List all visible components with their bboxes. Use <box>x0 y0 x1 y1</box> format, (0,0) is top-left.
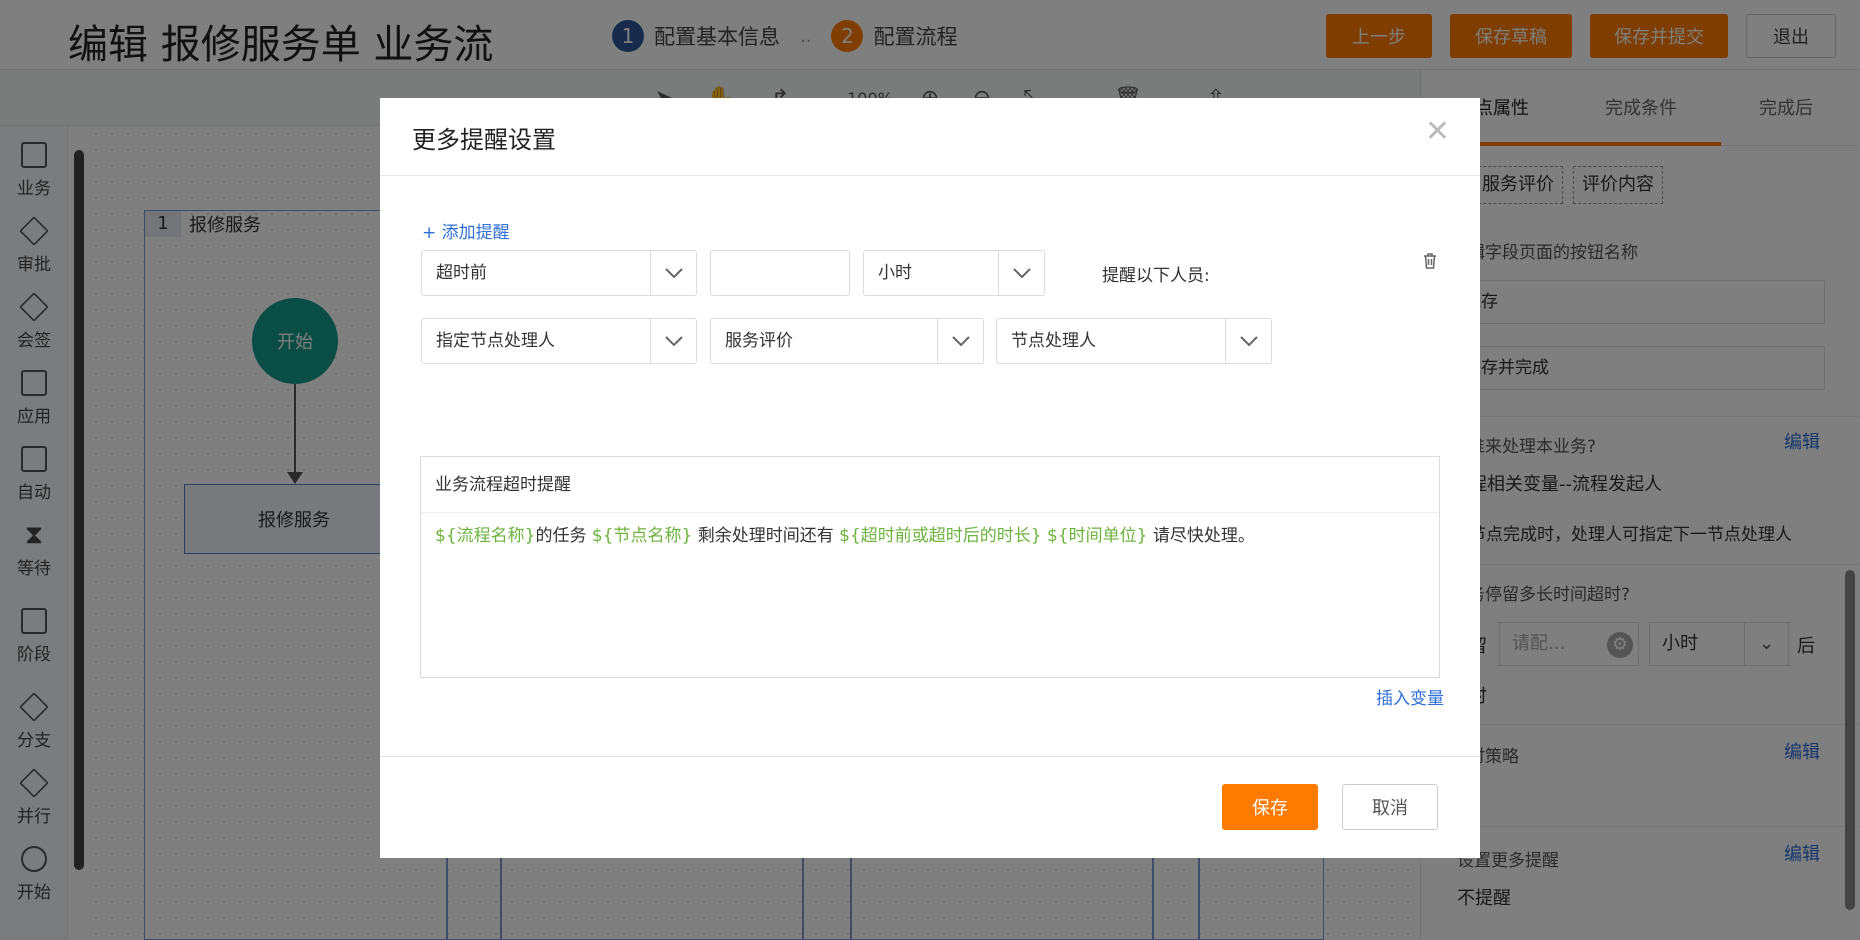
save-button[interactable]: 保存 <box>1222 784 1318 830</box>
time-unit-select[interactable]: 小时 <box>863 250 1045 296</box>
chevron-down-icon <box>650 319 696 363</box>
add-reminder-link[interactable]: + 添加提醒 <box>422 218 510 243</box>
message-text: 请尽快处理。 <box>1147 526 1255 546</box>
message-title-input[interactable]: 业务流程超时提醒 <box>421 457 1439 513</box>
timing-value: 超时前 <box>436 263 487 283</box>
variable-token: ${节点名称} <box>591 526 693 546</box>
node-value: 服务评价 <box>725 331 793 351</box>
trash-icon[interactable] <box>1422 252 1438 270</box>
dialog-title: 更多提醒设置 <box>412 126 556 154</box>
node-select[interactable]: 服务评价 <box>710 318 984 364</box>
insert-variable-link[interactable]: 插入变量 <box>1376 684 1444 709</box>
chevron-down-icon <box>998 251 1044 295</box>
role-select[interactable]: 节点处理人 <box>996 318 1272 364</box>
reminder-settings-dialog: 更多提醒设置 ✕ + 添加提醒 超时前 小时 提醒以下人员: 指定节点处理人 服… <box>380 98 1480 858</box>
variable-token: ${时间单位} <box>1046 526 1148 546</box>
time-unit-value: 小时 <box>878 263 912 283</box>
role-value: 节点处理人 <box>1011 331 1096 351</box>
remind-people-label: 提醒以下人员: <box>1102 266 1210 286</box>
variable-token: ${流程名称} <box>435 526 536 546</box>
message-text: 剩余处理时间还有 <box>692 526 840 546</box>
close-icon[interactable]: ✕ <box>1425 114 1450 149</box>
dialog-header: 更多提醒设置 ✕ <box>380 98 1480 176</box>
timing-select[interactable]: 超时前 <box>421 250 697 296</box>
message-text: 的任务 <box>535 526 592 546</box>
chevron-down-icon <box>1225 319 1271 363</box>
time-amount-input[interactable] <box>710 250 850 296</box>
target-type-select[interactable]: 指定节点处理人 <box>421 318 697 364</box>
footer-divider <box>380 756 1480 757</box>
chevron-down-icon <box>650 251 696 295</box>
message-editor[interactable]: 业务流程超时提醒 ${流程名称}的任务 ${节点名称} 剩余处理时间还有 ${超… <box>420 456 1440 678</box>
target-type-value: 指定节点处理人 <box>436 331 555 351</box>
chevron-down-icon <box>937 319 983 363</box>
message-body[interactable]: ${流程名称}的任务 ${节点名称} 剩余处理时间还有 ${超时前或超时后的时长… <box>435 521 1255 546</box>
variable-token: ${超时前或超时后的时长} <box>839 526 1042 546</box>
cancel-button[interactable]: 取消 <box>1342 784 1438 830</box>
